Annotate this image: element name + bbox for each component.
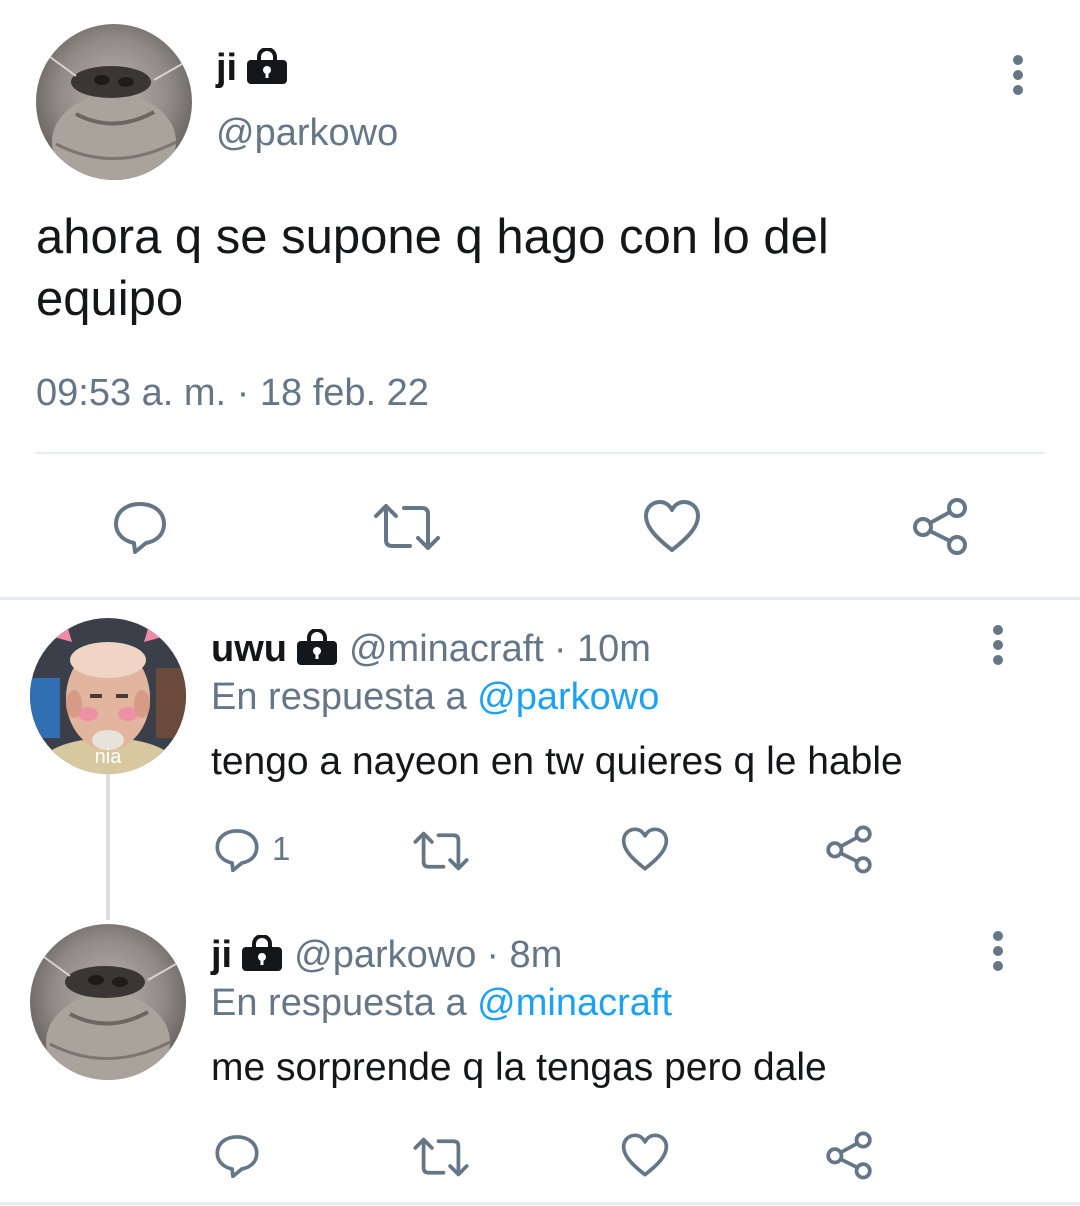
retweet-icon[interactable] — [372, 502, 442, 552]
share-icon[interactable] — [910, 496, 970, 556]
divider — [36, 452, 1044, 454]
like-icon[interactable] — [620, 826, 670, 872]
avatar-caption: nia — [94, 746, 122, 768]
display-name[interactable]: uwu — [211, 628, 287, 671]
lock-icon — [295, 627, 339, 670]
replying-to-label: En respuesta a — [211, 982, 467, 1024]
handle[interactable]: @minacraft — [349, 628, 544, 671]
like-icon[interactable] — [620, 1132, 670, 1178]
share-icon[interactable] — [824, 824, 874, 874]
handle[interactable]: @parkowo — [216, 112, 398, 155]
share-icon[interactable] — [824, 1130, 874, 1180]
avatar[interactable]: nia — [30, 618, 186, 774]
reply-time: · 10m — [553, 627, 651, 670]
replying-to-link[interactable]: @minacraft — [477, 982, 672, 1024]
replying-to-link[interactable]: @parkowo — [477, 676, 659, 718]
avatar[interactable] — [36, 24, 192, 180]
like-icon[interactable] — [642, 498, 702, 554]
reply-icon[interactable] — [112, 498, 168, 554]
reply-count: 1 — [272, 830, 291, 867]
avatar[interactable] — [30, 924, 186, 1080]
lock-icon — [240, 933, 284, 976]
tweet-text: ahora q se supone q hago con lo del equi… — [36, 210, 829, 326]
display-name[interactable]: ji — [216, 47, 237, 90]
section-divider — [0, 597, 1080, 600]
reply-time: · 8m — [486, 933, 563, 976]
section-divider — [0, 1202, 1080, 1205]
more-options-icon[interactable] — [986, 930, 1010, 974]
reply-text: tengo a nayeon en tw quieres q le hable — [211, 740, 903, 783]
retweet-icon[interactable] — [412, 830, 470, 872]
tweet-timestamp: 09:53 a. m. · 18 feb. 22 — [36, 372, 429, 414]
reply-icon[interactable] — [214, 1132, 260, 1178]
lock-icon — [245, 46, 289, 89]
retweet-icon[interactable] — [412, 1136, 470, 1178]
replying-to-label: En respuesta a — [211, 676, 467, 718]
thread-line — [106, 770, 110, 920]
reply-text: me sorprende q la tengas pero dale — [211, 1046, 827, 1089]
reply-icon[interactable] — [214, 826, 260, 872]
handle[interactable]: @parkowo — [294, 934, 476, 977]
display-name[interactable]: ji — [211, 934, 232, 977]
more-options-icon[interactable] — [986, 624, 1010, 668]
more-options-icon[interactable] — [1006, 54, 1030, 98]
